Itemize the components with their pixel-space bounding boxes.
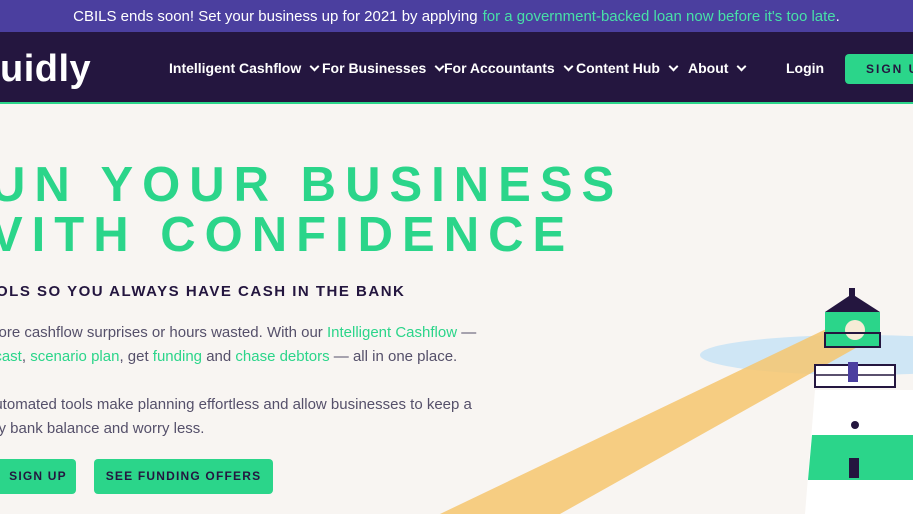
nav-for-accountants[interactable]: For Accountants xyxy=(444,60,574,76)
logo[interactable]: uidly xyxy=(0,48,91,91)
chevron-down-icon xyxy=(563,61,574,72)
see-funding-offers-button[interactable]: SEE FUNDING OFFERS xyxy=(94,459,273,494)
chevron-down-icon xyxy=(668,61,679,72)
nav-item-label: Intelligent Cashflow xyxy=(169,60,302,76)
banner-end: . xyxy=(835,7,840,25)
chevron-down-icon xyxy=(309,61,320,72)
hero-paragraph-2: automated tools make planning effortless… xyxy=(0,396,472,437)
hero-title: UN YOUR BUSINESS VITH CONFIDENCE xyxy=(0,160,623,260)
banner-link[interactable]: for a government-backed loan now before … xyxy=(483,8,836,25)
nav-item-label: For Accountants xyxy=(444,60,555,76)
hero-subtitle: OLS SO YOU ALWAYS HAVE CASH IN THE BANK xyxy=(0,283,406,300)
banner-text: CBILS ends soon! Set your business up fo… xyxy=(73,7,478,25)
login-link[interactable]: Login xyxy=(786,60,824,76)
hero-title-line-2: VITH CONFIDENCE xyxy=(0,208,575,262)
nav-item-label: Content Hub xyxy=(576,60,660,76)
funding-link[interactable]: funding xyxy=(153,348,202,365)
intelligent-cashflow-link[interactable]: Intelligent Cashflow xyxy=(327,324,457,341)
lighthouse-illustration xyxy=(440,288,913,514)
hero-title-line-1: UN YOUR BUSINESS xyxy=(0,158,624,212)
main-navigation: uidly Intelligent Cashflow For Businesse… xyxy=(0,32,913,104)
nav-about[interactable]: About xyxy=(688,60,747,76)
nav-signup-button[interactable]: SIGN UP xyxy=(845,54,913,84)
nav-content-hub[interactable]: Content Hub xyxy=(576,60,679,76)
lighthouse-roof xyxy=(825,294,880,312)
lighthouse-light xyxy=(845,320,865,340)
scenario-plan-link[interactable]: scenario plan xyxy=(30,348,119,365)
light-beam xyxy=(440,320,870,514)
nav-for-businesses[interactable]: For Businesses xyxy=(322,60,445,76)
chevron-down-icon xyxy=(736,61,747,72)
lighthouse-stripe xyxy=(808,435,913,480)
chase-debtors-link[interactable]: chase debtors xyxy=(235,348,329,365)
hero-paragraph-1: more cashflow surprises or hours wasted.… xyxy=(0,321,476,369)
nav-item-label: About xyxy=(688,60,729,76)
nav-intelligent-cashflow[interactable]: Intelligent Cashflow xyxy=(169,60,320,76)
forecast-link[interactable]: ecast xyxy=(0,348,22,365)
hero-signup-button[interactable]: SIGN UP xyxy=(0,459,76,494)
lighthouse-door xyxy=(848,362,858,382)
nav-item-label: For Businesses xyxy=(322,60,427,76)
lighthouse-porthole xyxy=(851,421,859,429)
announcement-banner: CBILS ends soon! Set your business up fo… xyxy=(0,0,913,32)
lighthouse-window xyxy=(849,458,859,478)
